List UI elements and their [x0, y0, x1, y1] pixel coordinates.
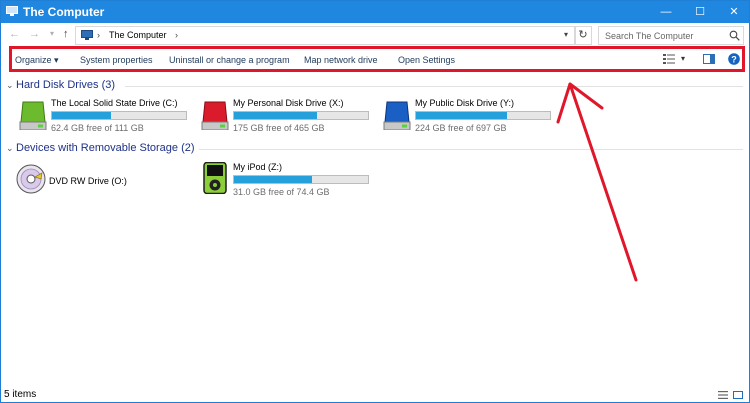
hard-drive-red-icon: [201, 101, 229, 130]
uninstall-program-button[interactable]: Uninstall or change a program: [169, 55, 290, 65]
minimize-button[interactable]: —: [651, 1, 681, 23]
drive-usage-fill: [416, 112, 508, 119]
hard-drive-green-icon: [19, 101, 47, 130]
organize-label: Organize: [15, 55, 52, 65]
back-button[interactable]: ←: [9, 28, 20, 40]
breadcrumb-separator[interactable]: ›: [97, 30, 100, 40]
group-header-removable-storage[interactable]: ⌄ Devices with Removable Storage (2): [6, 142, 195, 154]
hard-drive-blue-icon: [383, 101, 411, 130]
group-divider: [199, 149, 743, 150]
drive-z[interactable]: My iPod (Z:) 31.0 GB free of 74.4 GB: [199, 162, 374, 202]
drive-y[interactable]: My Public Disk Drive (Y:) 224 GB free of…: [381, 98, 556, 138]
group-title: Devices with Removable Storage (2): [16, 142, 195, 154]
search-icon[interactable]: [729, 30, 740, 41]
system-properties-button[interactable]: System properties: [80, 55, 153, 65]
breadcrumb-separator[interactable]: ›: [175, 30, 178, 40]
status-bar: 5 items: [1, 388, 749, 402]
map-network-drive-button[interactable]: Map network drive: [304, 55, 378, 65]
open-settings-button[interactable]: Open Settings: [398, 55, 455, 65]
drive-name: DVD RW Drive (O:): [49, 176, 127, 186]
dvd-drive-icon: [16, 164, 46, 194]
group-divider: [125, 86, 743, 87]
refresh-button[interactable]: ↻: [574, 26, 592, 45]
drive-free-space: 175 GB free of 465 GB: [233, 123, 325, 133]
drive-usage-bar: [415, 111, 551, 120]
ipod-icon: [203, 162, 227, 194]
drive-name: My Public Disk Drive (Y:): [415, 98, 515, 108]
drive-free-space: 224 GB free of 697 GB: [415, 123, 507, 133]
view-options-icon[interactable]: [663, 54, 675, 64]
drive-name: My iPod (Z:): [233, 162, 283, 172]
preview-pane-icon[interactable]: [703, 54, 715, 64]
computer-icon: [81, 30, 93, 40]
chevron-down-icon: ⌄: [6, 80, 14, 90]
drive-usage-fill: [52, 112, 111, 119]
organize-menu[interactable]: Organize ▾: [15, 55, 59, 66]
search-placeholder: Search The Computer: [605, 31, 694, 41]
item-count: 5 items: [4, 389, 37, 400]
address-dropdown-icon[interactable]: ▾: [564, 30, 568, 39]
drive-x[interactable]: My Personal Disk Drive (X:) 175 GB free …: [199, 98, 374, 138]
forward-button[interactable]: →: [29, 28, 40, 40]
title-bar[interactable]: The Computer — ☐ ✕: [1, 1, 749, 23]
explorer-window: The Computer — ☐ ✕ ← → ▾ ↑ › The Compute…: [0, 0, 750, 403]
details-view-icon[interactable]: [718, 391, 728, 399]
organize-dropdown-icon: ▾: [54, 55, 59, 65]
chevron-down-icon: ⌄: [6, 143, 14, 153]
drive-name: My Personal Disk Drive (X:): [233, 98, 344, 108]
close-button[interactable]: ✕: [719, 1, 749, 23]
drive-usage-bar: [233, 111, 369, 120]
computer-icon: [6, 6, 18, 16]
drive-c[interactable]: The Local Solid State Drive (C:) 62.4 GB…: [17, 98, 192, 138]
drive-name: The Local Solid State Drive (C:): [51, 98, 178, 108]
help-icon[interactable]: ?: [728, 53, 740, 65]
search-input[interactable]: Search The Computer: [598, 26, 744, 45]
command-bar: Organize ▾ System properties Uninstall o…: [9, 46, 745, 72]
drive-usage-fill: [234, 112, 318, 119]
window-title: The Computer: [23, 5, 105, 19]
address-bar[interactable]: › The Computer › ▾: [75, 26, 576, 45]
breadcrumb-the-computer[interactable]: The Computer: [109, 30, 167, 40]
drive-usage-fill: [234, 176, 312, 183]
drive-o[interactable]: DVD RW Drive (O:): [15, 163, 190, 195]
drive-usage-bar: [51, 111, 187, 120]
drive-free-space: 31.0 GB free of 74.4 GB: [233, 187, 330, 197]
address-row: ← → ▾ ↑ › The Computer › ▾ ↻ Search The …: [1, 23, 749, 47]
drive-free-space: 62.4 GB free of 111 GB: [51, 123, 144, 133]
group-title: Hard Disk Drives (3): [16, 79, 116, 91]
view-dropdown-icon[interactable]: ▾: [681, 54, 685, 63]
recent-locations-button[interactable]: ▾: [50, 29, 54, 38]
up-button[interactable]: ↑: [63, 28, 69, 40]
group-header-hard-disk-drives[interactable]: ⌄ Hard Disk Drives (3): [6, 79, 115, 91]
drive-usage-bar: [233, 175, 369, 184]
svg-text:?: ?: [731, 54, 737, 64]
maximize-button[interactable]: ☐: [685, 1, 715, 23]
large-icons-view-icon[interactable]: [733, 391, 743, 399]
